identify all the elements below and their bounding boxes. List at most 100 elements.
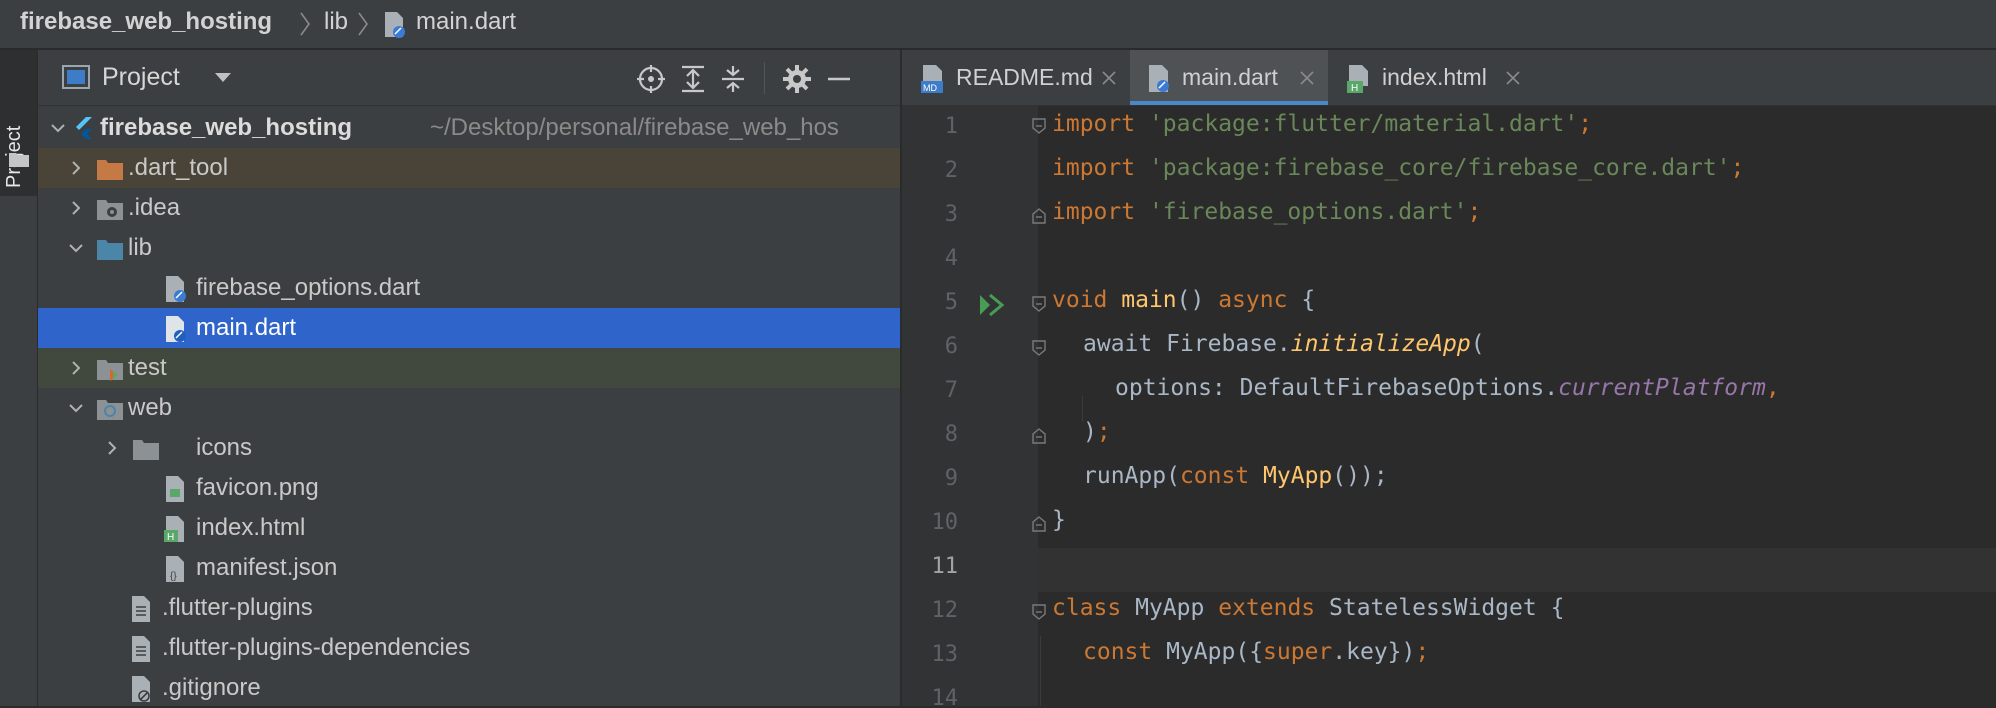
code-line: await Firebase.initializeApp( [1083, 331, 1485, 357]
header-divider [764, 62, 765, 94]
gear-icon[interactable] [782, 64, 812, 94]
fold-marker-icon[interactable] [1031, 604, 1047, 620]
tree-item-firebase-options[interactable]: firebase_options.dart [38, 268, 900, 308]
chevron-down-icon[interactable] [68, 400, 84, 416]
fold-marker-icon[interactable] [1031, 208, 1047, 224]
close-icon[interactable] [1300, 71, 1314, 85]
tree-item-web[interactable]: web [38, 388, 900, 428]
web-folder-icon [97, 400, 123, 420]
dart-file-icon [1149, 65, 1169, 92]
tree-item-label: index.html [196, 514, 306, 541]
run-icon[interactable] [978, 292, 1006, 318]
code-line: options: DefaultFirebaseOptions.currentP… [1115, 375, 1780, 401]
line-number: 11 [931, 554, 959, 579]
fold-marker-icon[interactable] [1031, 296, 1047, 312]
locate-icon[interactable] [636, 64, 666, 94]
tree-item-label: icons [196, 434, 253, 461]
breadcrumb-project[interactable]: firebase_web_hosting [20, 8, 272, 36]
tab-readme[interactable]: MD README.md [902, 50, 1128, 105]
tree-item-dart-tool[interactable]: .dart_tool [38, 148, 900, 188]
chevron-right-icon[interactable] [68, 360, 84, 376]
tree-item-idea[interactable]: .idea [38, 188, 900, 228]
line-number: 9 [944, 466, 958, 491]
tab-label: README.md [956, 64, 1093, 90]
ignore-file-icon [132, 676, 150, 702]
code-line: import 'package:flutter/material.dart'; [1052, 111, 1593, 137]
chevron-down-icon[interactable] [68, 240, 84, 256]
test-folder-icon [97, 360, 123, 381]
project-tool-tab[interactable]: Project [0, 50, 37, 196]
expand-all-icon[interactable] [678, 64, 708, 94]
tab-main-dart[interactable]: main.dart [1130, 50, 1328, 105]
image-file-icon [166, 476, 184, 502]
dart-file-icon [166, 316, 186, 342]
folder-icon [9, 153, 29, 167]
dart-file-icon [166, 276, 186, 302]
tree-item-favicon[interactable]: favicon.png [38, 468, 900, 508]
tree-root-row[interactable]: firebase_web_hosting ~/Desktop/personal/… [38, 108, 900, 148]
tree-item-flutter-plugins-dependencies[interactable]: .flutter-plugins-dependencies [38, 628, 900, 668]
tree-item-label: favicon.png [196, 474, 319, 501]
text-file-icon [132, 596, 150, 622]
tree-item-label: lib [128, 234, 153, 261]
collapse-all-icon[interactable] [718, 64, 748, 94]
editor-tab-bar: MD README.md main.dart H index.html [900, 50, 1996, 106]
tree-item-label: test [128, 354, 167, 381]
code-line: import 'firebase_options.dart'; [1052, 199, 1482, 225]
project-view-selector[interactable]: Project [102, 63, 180, 92]
tab-index-html[interactable]: H index.html [1330, 50, 1520, 105]
chevron-right-icon[interactable] [68, 200, 84, 216]
tree-item-flutter-plugins[interactable]: .flutter-plugins [38, 588, 900, 628]
chevron-right-icon[interactable] [68, 160, 84, 176]
breadcrumb-file[interactable]: main.dart [416, 8, 516, 36]
fold-marker-icon[interactable] [1031, 516, 1047, 532]
dropdown-arrow-icon[interactable] [214, 72, 232, 84]
tree-item-index-html[interactable]: H index.html [38, 508, 900, 548]
line-number: 8 [944, 422, 958, 447]
tree-item-label: .flutter-plugins [162, 594, 313, 621]
indent-guide [1040, 636, 1041, 706]
tree-item-manifest[interactable]: {} manifest.json [38, 548, 900, 588]
project-root-name: firebase_web_hosting [100, 114, 353, 141]
project-root-path: ~/Desktop/personal/firebase_web_hos [430, 114, 839, 141]
tree-item-label: web [128, 394, 173, 421]
project-view-icon [62, 65, 90, 89]
tree-item-main-dart[interactable]: main.dart [38, 308, 900, 348]
breadcrumb: firebase_web_hosting lib main.dart [0, 0, 1996, 50]
code-line: void main() async { [1052, 287, 1316, 313]
tree-item-lib[interactable]: lib [38, 228, 900, 268]
svg-text:{}: {} [170, 571, 177, 582]
svg-text:H: H [167, 532, 174, 543]
code-editor[interactable]: 1 2 3 4 5 6 7 8 9 10 11 12 13 14 import … [900, 106, 1996, 706]
tree-item-icons[interactable]: icons [38, 428, 900, 468]
json-file-icon: {} [166, 556, 184, 582]
line-number: 5 [944, 290, 958, 315]
line-number: 10 [931, 510, 959, 535]
chevron-right-icon [358, 12, 368, 36]
line-number: 3 [944, 202, 958, 227]
minimize-icon[interactable] [824, 64, 854, 94]
project-panel-header: Project [38, 50, 900, 106]
chevron-right-icon[interactable] [104, 440, 120, 456]
line-number: 6 [944, 334, 958, 359]
close-icon[interactable] [1102, 71, 1116, 85]
close-icon[interactable] [1506, 71, 1520, 85]
dart-file-icon [385, 12, 405, 38]
breadcrumb-folder[interactable]: lib [324, 8, 348, 36]
tree-item-label: .gitignore [162, 674, 261, 701]
fold-marker-icon[interactable] [1031, 118, 1047, 134]
svg-text:H: H [1351, 83, 1358, 94]
fold-marker-icon[interactable] [1031, 428, 1047, 444]
project-panel: Project firebase_web_hosting ~/Desktop/p… [38, 50, 900, 706]
code-line: } [1052, 507, 1066, 533]
tree-item-label: firebase_options.dart [196, 274, 421, 301]
line-number: 14 [931, 686, 959, 706]
line-number: 12 [931, 598, 959, 623]
line-number: 7 [944, 378, 958, 403]
tree-item-test[interactable]: test [38, 348, 900, 388]
tree-item-gitignore[interactable]: .gitignore [38, 668, 900, 708]
code-line: class MyApp extends StatelessWidget { [1052, 595, 1565, 621]
current-line-highlight [1038, 548, 1996, 592]
fold-marker-icon[interactable] [1031, 340, 1047, 356]
chevron-down-icon[interactable] [50, 120, 66, 136]
